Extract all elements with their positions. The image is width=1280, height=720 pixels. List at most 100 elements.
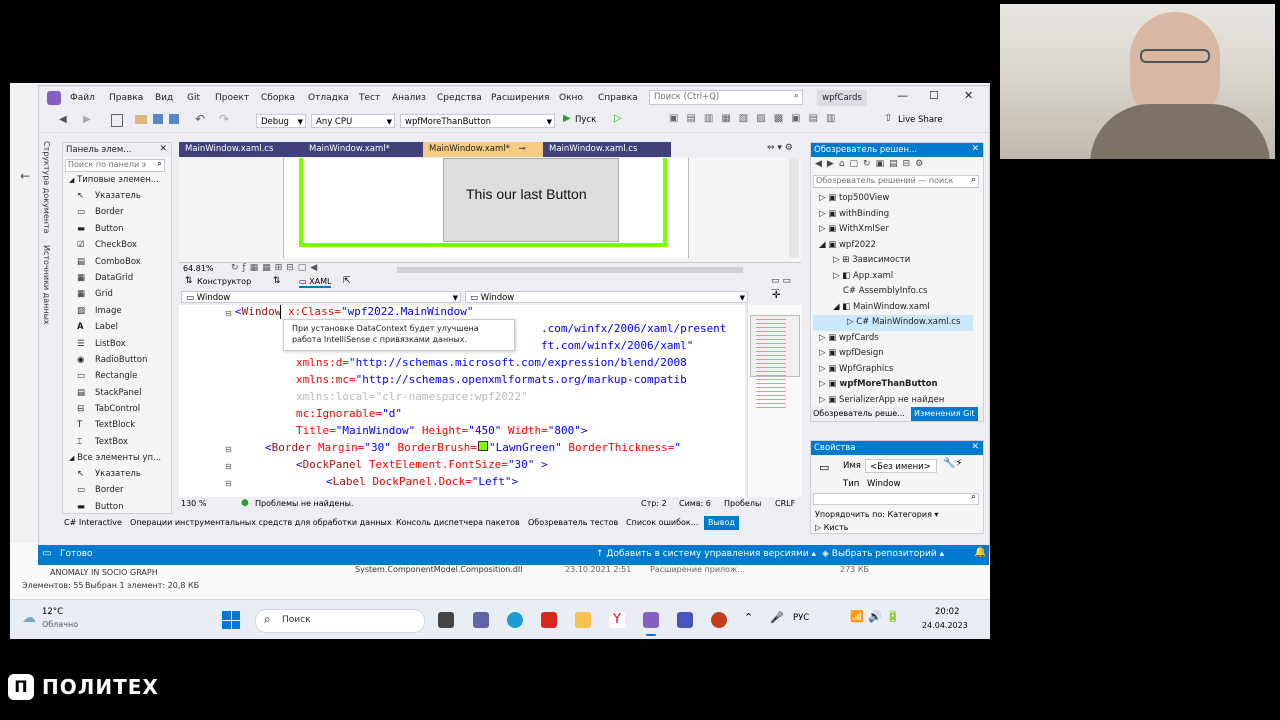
toolbox-item[interactable]: ▤ ComboBox	[77, 254, 169, 270]
close-icon[interactable]: ✕	[971, 144, 979, 154]
yandex-icon[interactable]: Y	[609, 612, 625, 628]
problems-status[interactable]: Проблемы не найдены.	[255, 499, 353, 508]
tab-csharp-interactive[interactable]: C# Interactive	[64, 518, 122, 527]
tree-item[interactable]: ▷ ▣ SerializerApp не найден	[813, 393, 973, 409]
toolbox-item[interactable]: ↖ Указатель	[77, 466, 169, 482]
fold-icon[interactable]: ⊟	[225, 445, 232, 454]
live-share-button[interactable]: Live Share	[898, 115, 943, 125]
powerpoint-icon[interactable]	[711, 612, 727, 628]
designer-hscroll[interactable]	[397, 267, 743, 273]
toolbox-item[interactable]: ▭ Rectangle	[77, 368, 169, 384]
tree-item[interactable]: C# AssemblyInfo.cs	[813, 284, 973, 300]
fold-icon[interactable]: ⊟	[225, 309, 232, 318]
properties-search[interactable]: ⌕	[813, 492, 979, 505]
language-indicator[interactable]: РУС	[793, 613, 809, 623]
back-arrow-icon[interactable]: ←	[20, 169, 30, 183]
toolbox-item[interactable]: ▭ Border	[77, 204, 169, 220]
output-window-icon[interactable]: ▭	[42, 548, 51, 559]
toolbox-item[interactable]: ▤ StackPanel	[77, 385, 169, 401]
visual-studio-icon[interactable]	[643, 612, 659, 628]
scm-button[interactable]: ↑ Добавить в систему управления версиями…	[596, 549, 816, 559]
tab-mainwindow-xaml-cs-1[interactable]: MainWindow.xaml.cs	[179, 142, 307, 157]
wifi-icon[interactable]: 📶	[850, 610, 864, 623]
eol-indicator[interactable]: CRLF	[775, 499, 795, 508]
menu-help[interactable]: Справка	[598, 93, 638, 103]
sort-by[interactable]: Упорядочить по: Категория ▾	[815, 510, 938, 519]
tab-mainwindow-xaml-1[interactable]: MainWindow.xaml*	[303, 142, 423, 157]
side-tab-document-outline[interactable]: Структура документа	[42, 141, 51, 234]
notification-icon[interactable]: 🔔	[974, 547, 986, 558]
toolbox-item[interactable]: ⊟ TabControl	[77, 401, 169, 417]
side-tab-data-sources[interactable]: Источники данных	[42, 245, 51, 325]
clock-date[interactable]: 24.04.2023	[922, 621, 968, 630]
maximize-icon[interactable]: ☐	[929, 89, 939, 102]
tab-xaml[interactable]: ▭ XAML	[299, 277, 332, 288]
tab-overflow-icon[interactable]: ⇔ ▾ ⚙	[767, 143, 793, 153]
tray-chevron-up-icon[interactable]: ⌃	[744, 611, 753, 624]
toolbox-search[interactable]: Поиск по панели э ⌕	[65, 159, 165, 172]
task-view-icon[interactable]	[438, 612, 454, 628]
menu-tools[interactable]: Средства	[437, 93, 482, 103]
toolbox-item[interactable]: ▨ Image	[77, 303, 169, 319]
tab-solution-explorer[interactable]: Обозреватель реше...	[813, 409, 905, 418]
close-icon[interactable]: ✕	[964, 89, 973, 102]
pin-icon[interactable]: ⊸	[519, 144, 526, 154]
save-icon[interactable]	[153, 114, 163, 124]
tab-error-list[interactable]: Список ошибок...	[626, 518, 698, 527]
code-zoom[interactable]: 130 %	[181, 499, 206, 508]
tab-output[interactable]: Вывод	[704, 516, 739, 530]
new-item-icon[interactable]	[111, 114, 123, 127]
toolbox-item[interactable]: ▬ Button	[77, 499, 169, 513]
name-field[interactable]: <Без имени>	[865, 459, 937, 473]
tree-item[interactable]: ◢ ▣ wpf2022	[813, 238, 973, 254]
toolbox-item[interactable]: ▬ Button	[77, 221, 169, 237]
menu-view[interactable]: Вид	[155, 93, 173, 103]
platform-dropdown[interactable]: Any CPU ▼	[311, 114, 395, 128]
tree-item[interactable]: ▷ ▣ wpfCards	[813, 331, 973, 347]
menu-project[interactable]: Проект	[215, 93, 249, 103]
redo-icon[interactable]: ↷	[219, 112, 229, 126]
tab-data-tools[interactable]: Операции инструментальных средств для об…	[130, 518, 392, 527]
teams-icon[interactable]	[677, 612, 693, 628]
repo-button[interactable]: ◈ Выбрать репозиторий ▴	[822, 549, 944, 559]
menu-file[interactable]: Файл	[70, 93, 95, 103]
nav-right-dropdown[interactable]: ▭ Window ▼	[465, 291, 748, 303]
toolbox-item[interactable]: T TextBlock	[77, 417, 169, 433]
toolbox-group-common[interactable]: ◢ Типовые элемен...	[69, 172, 159, 188]
undo-icon[interactable]: ↶	[195, 112, 205, 126]
search-box[interactable]: Поиск (Ctrl+Q) ⌕	[649, 90, 803, 105]
open-folder-icon[interactable]	[135, 115, 147, 124]
tab-test-explorer[interactable]: Обозреватель тестов	[528, 518, 618, 527]
close-icon[interactable]: ✕	[971, 442, 979, 452]
designer-scrollbar[interactable]	[789, 158, 799, 258]
toolbox-item[interactable]: ◉ RadioButton	[77, 352, 169, 368]
edge-icon[interactable]	[507, 612, 523, 628]
tree-item[interactable]: ▷ ▣ WithXmlSer	[813, 222, 973, 238]
teams-chat-icon[interactable]	[473, 612, 489, 628]
code-editor[interactable]: ⊟ ⊟ ⊟ ⊟ <Window x:Class="wpf2022.MainWin…	[179, 305, 745, 497]
start-without-debug-icon[interactable]: ▷	[614, 113, 622, 124]
category-brush[interactable]: ▷ Кисть	[815, 523, 848, 532]
menu-analyze[interactable]: Анализ	[392, 93, 426, 103]
fold-icon[interactable]: ⊟	[225, 462, 232, 471]
spaces-indicator[interactable]: Пробелы	[724, 499, 761, 508]
microphone-icon[interactable]: 🎤	[770, 611, 784, 624]
clock-time[interactable]: 20:02	[935, 607, 960, 617]
live-share-icon[interactable]: ⇧	[884, 113, 892, 124]
tree-item-selected[interactable]: ▷ C# MainWindow.xaml.cs	[813, 315, 973, 331]
menu-debug[interactable]: Отладка	[308, 93, 349, 103]
add-split-icon[interactable]: ✛	[772, 290, 780, 301]
tree-item[interactable]: ▷ ▣ wpfDesign	[813, 346, 973, 362]
taskbar-search[interactable]: ⌕ Поиск	[255, 609, 425, 633]
tree-item[interactable]: ▷ ◧ App.xaml	[813, 269, 973, 285]
menu-test[interactable]: Тест	[359, 93, 380, 103]
toolbox-group-all[interactable]: ◢ Все элементы уп...	[69, 450, 161, 466]
close-icon[interactable]: ✕	[159, 144, 167, 154]
menu-git[interactable]: Git	[187, 93, 200, 103]
tree-item[interactable]: ◢ ◧ MainWindow.xaml	[813, 300, 973, 316]
menu-edit[interactable]: Правка	[109, 93, 143, 103]
solution-search[interactable]: Обозреватель решений — поиск ⌕	[813, 175, 979, 188]
tab-mainwindow-xaml-cs-2[interactable]: MainWindow.xaml.cs	[543, 142, 671, 157]
save-all-icon[interactable]	[169, 114, 179, 124]
minimize-icon[interactable]: —	[897, 89, 908, 102]
